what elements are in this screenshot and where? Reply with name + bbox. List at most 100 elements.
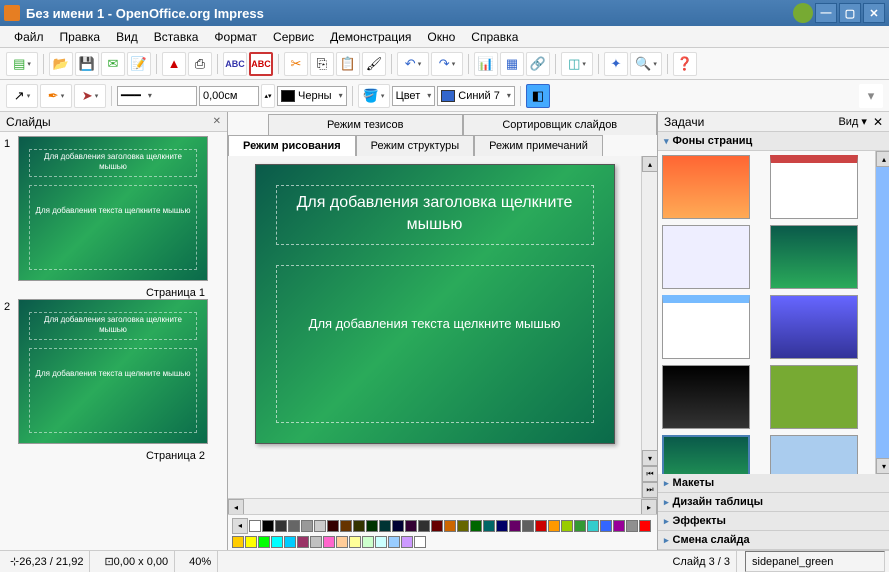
color-swatch[interactable] bbox=[327, 520, 339, 532]
color-swatch[interactable] bbox=[639, 520, 651, 532]
tab-drawing[interactable]: Режим рисования bbox=[228, 135, 356, 156]
color-swatch[interactable] bbox=[418, 520, 430, 532]
cut-button[interactable]: ✂ bbox=[284, 52, 308, 76]
section-layouts[interactable]: Макеты bbox=[658, 474, 889, 493]
section-table-design[interactable]: Дизайн таблицы bbox=[658, 493, 889, 512]
copy-button[interactable]: ⎘ bbox=[310, 52, 334, 76]
color-swatch[interactable] bbox=[414, 536, 426, 548]
menu-help[interactable]: Справка bbox=[463, 28, 526, 46]
pdf-button[interactable]: ▲ bbox=[162, 52, 186, 76]
template-thumbnail[interactable] bbox=[662, 295, 750, 359]
slide-title-placeholder[interactable]: Для добавления заголовка щелкните мышью bbox=[276, 185, 594, 245]
color-swatch[interactable] bbox=[600, 520, 612, 532]
template-thumbnail[interactable] bbox=[770, 435, 858, 474]
grid-button[interactable]: ◫ bbox=[561, 52, 593, 76]
edit-file-button[interactable]: 📝 bbox=[127, 52, 151, 76]
spellcheck-button[interactable]: ABC bbox=[223, 52, 247, 76]
color-swatch[interactable] bbox=[353, 520, 365, 532]
email-button[interactable]: ✉ bbox=[101, 52, 125, 76]
vertical-scrollbar[interactable]: ▴ ▾ ⏮ ⏭ bbox=[641, 156, 657, 498]
color-swatch[interactable] bbox=[375, 536, 387, 548]
color-swatch[interactable] bbox=[574, 520, 586, 532]
color-swatch[interactable] bbox=[431, 520, 443, 532]
menu-format[interactable]: Формат bbox=[206, 28, 265, 46]
color-swatch[interactable] bbox=[366, 520, 378, 532]
color-swatch[interactable] bbox=[613, 520, 625, 532]
slide-body-placeholder[interactable]: Для добавления текста щелкните мышью bbox=[276, 265, 594, 423]
color-swatch[interactable] bbox=[336, 536, 348, 548]
template-thumbnail[interactable] bbox=[662, 155, 750, 219]
slide-thumbnail[interactable]: 1 Для добавления заголовка щелкните мышь… bbox=[4, 136, 223, 281]
color-swatch[interactable] bbox=[626, 520, 638, 532]
line-color-combo[interactable]: Черны bbox=[277, 86, 347, 106]
scroll-right-button[interactable]: ▸ bbox=[641, 499, 657, 515]
maximize-button[interactable]: ▢ bbox=[839, 3, 861, 23]
next-slide-button[interactable]: ⏭ bbox=[642, 482, 658, 498]
color-swatch[interactable] bbox=[301, 520, 313, 532]
tasks-panel-close[interactable]: ✕ bbox=[873, 115, 883, 129]
line-width-input[interactable] bbox=[199, 86, 259, 106]
tab-handout[interactable]: Режим тезисов bbox=[268, 114, 463, 135]
print-button[interactable]: ⎙ bbox=[188, 52, 212, 76]
color-swatch[interactable] bbox=[262, 520, 274, 532]
template-thumbnail[interactable] bbox=[662, 225, 750, 289]
zoom-button[interactable]: 🔍 bbox=[630, 52, 662, 76]
menu-insert[interactable]: Вставка bbox=[146, 28, 207, 46]
hyperlink-button[interactable]: 🔗 bbox=[526, 52, 550, 76]
menu-service[interactable]: Сервис bbox=[265, 28, 322, 46]
line-width-spinner[interactable]: ▴▾ bbox=[261, 84, 275, 108]
color-swatch[interactable] bbox=[379, 520, 391, 532]
toolbar-overflow[interactable]: ▾ bbox=[859, 84, 883, 108]
section-transitions[interactable]: Смена слайда bbox=[658, 531, 889, 550]
template-thumbnail[interactable] bbox=[662, 435, 750, 474]
help-button[interactable]: ❓ bbox=[673, 52, 697, 76]
color-swatch[interactable] bbox=[349, 536, 361, 548]
color-swatch[interactable] bbox=[232, 536, 244, 548]
status-zoom[interactable]: 40% bbox=[183, 551, 218, 572]
pen-tool[interactable]: ✒ bbox=[40, 84, 72, 108]
color-swatch[interactable] bbox=[522, 520, 534, 532]
tab-outline[interactable]: Режим структуры bbox=[356, 135, 475, 156]
template-thumbnail[interactable] bbox=[770, 225, 858, 289]
color-swatch[interactable] bbox=[587, 520, 599, 532]
arrow-tool[interactable]: ↗ bbox=[6, 84, 38, 108]
scroll-left-button[interactable]: ◂ bbox=[228, 499, 244, 515]
redo-button[interactable]: ↷ bbox=[431, 52, 463, 76]
slide-thumbnail[interactable]: 2 Для добавления заголовка щелкните мышь… bbox=[4, 299, 223, 444]
open-button[interactable]: 📂 bbox=[49, 52, 73, 76]
tasks-view-menu[interactable]: Вид ▾ bbox=[838, 115, 866, 128]
menu-edit[interactable]: Правка bbox=[52, 28, 109, 46]
line-style-combo[interactable]: ━━━ bbox=[117, 86, 197, 106]
menu-file[interactable]: Файл bbox=[6, 28, 52, 46]
shadow-button[interactable]: ◧ bbox=[526, 84, 550, 108]
color-swatch[interactable] bbox=[392, 520, 404, 532]
new-button[interactable]: ▤ bbox=[6, 52, 38, 76]
menu-window[interactable]: Окно bbox=[419, 28, 463, 46]
undo-button[interactable]: ↶ bbox=[397, 52, 429, 76]
template-thumbnail[interactable] bbox=[662, 365, 750, 429]
palette-scroll-left[interactable]: ◂ bbox=[232, 518, 248, 534]
fill-type-combo[interactable]: Цвет bbox=[392, 86, 436, 106]
color-swatch[interactable] bbox=[314, 520, 326, 532]
color-swatch[interactable] bbox=[405, 520, 417, 532]
save-button[interactable]: 💾 bbox=[75, 52, 99, 76]
templates-scrollbar[interactable]: ▴▾ bbox=[875, 151, 889, 474]
navigator-button[interactable]: ✦ bbox=[604, 52, 628, 76]
color-swatch[interactable] bbox=[245, 536, 257, 548]
color-swatch[interactable] bbox=[401, 536, 413, 548]
table-button[interactable]: ▦ bbox=[500, 52, 524, 76]
section-effects[interactable]: Эффекты bbox=[658, 512, 889, 531]
color-swatch[interactable] bbox=[249, 520, 261, 532]
fill-color-combo[interactable]: Синий 7 bbox=[437, 86, 515, 106]
minimize-button[interactable]: — bbox=[815, 3, 837, 23]
color-swatch[interactable] bbox=[483, 520, 495, 532]
menu-view[interactable]: Вид bbox=[108, 28, 146, 46]
slide-canvas[interactable]: Для добавления заголовка щелкните мышью … bbox=[255, 164, 615, 444]
color-swatch[interactable] bbox=[362, 536, 374, 548]
color-swatch[interactable] bbox=[258, 536, 270, 548]
color-swatch[interactable] bbox=[561, 520, 573, 532]
scroll-down-button[interactable]: ▾ bbox=[642, 450, 658, 466]
template-thumbnail[interactable] bbox=[770, 295, 858, 359]
color-swatch[interactable] bbox=[444, 520, 456, 532]
prev-slide-button[interactable]: ⏮ bbox=[642, 466, 658, 482]
